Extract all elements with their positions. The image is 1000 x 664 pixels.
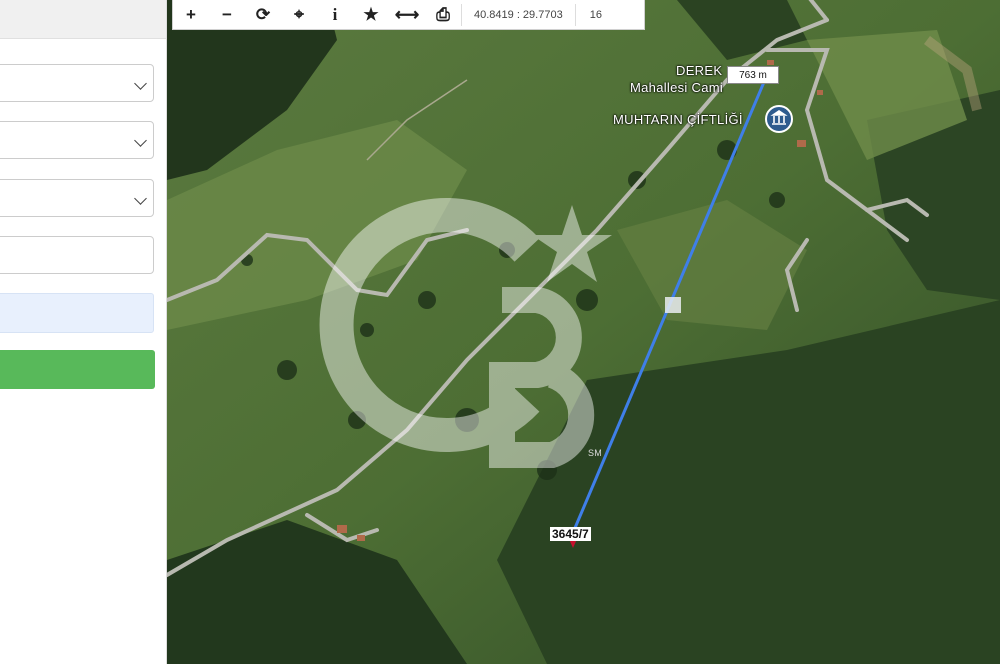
farm-label: MUHTARIN ÇİFTLİĞİ xyxy=(613,112,743,127)
zoom-in-button[interactable]: + xyxy=(173,0,209,30)
watermark-sm-label: SM xyxy=(588,448,603,458)
chevron-down-icon xyxy=(134,77,147,90)
info-box xyxy=(0,293,154,333)
chevron-down-icon xyxy=(134,192,147,205)
measure-midpoint-handle xyxy=(665,297,681,313)
favorite-button[interactable]: ★ xyxy=(353,0,389,30)
select-field-2[interactable] xyxy=(0,121,154,159)
mosque-label-line2: Mahallesi Cami xyxy=(630,80,724,95)
parcel-label: 3645/7 xyxy=(550,527,591,541)
print-button[interactable]: ⎙ xyxy=(425,0,461,30)
map-canvas xyxy=(167,0,1000,664)
coordinates-readout: 40.8419 : 29.7703 xyxy=(474,8,563,21)
measure-button[interactable]: ⟷ xyxy=(389,0,425,30)
select-field-1[interactable] xyxy=(0,64,154,102)
chevron-down-icon xyxy=(134,134,147,147)
mosque-label-line1: DEREK xyxy=(676,63,723,78)
locate-button[interactable]: ⌖ xyxy=(281,0,317,30)
submit-button[interactable] xyxy=(0,350,155,389)
refresh-button[interactable]: ⟳ xyxy=(245,0,281,30)
distance-label: 763 m xyxy=(727,66,779,84)
select-field-3[interactable] xyxy=(0,179,154,217)
panel-header xyxy=(0,0,166,39)
zoom-out-button[interactable]: − xyxy=(209,0,245,30)
text-input[interactable] xyxy=(0,236,154,274)
info-button[interactable]: i xyxy=(317,0,353,30)
map-toolbar: + − ⟳ ⌖ i ★ ⟷ ⎙ 40.8419 : 29.7703 16 xyxy=(172,0,645,30)
satellite-map[interactable] xyxy=(167,0,1000,664)
zoom-level-readout: 16 xyxy=(589,8,602,21)
left-panel xyxy=(0,0,167,664)
